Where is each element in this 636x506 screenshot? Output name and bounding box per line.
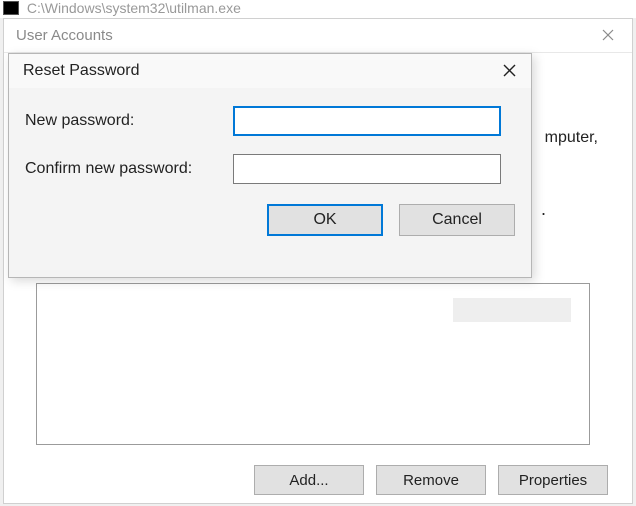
cancel-button-label: Cancel [432, 211, 482, 228]
body-text-fragment: mputer, [545, 126, 598, 150]
cmd-icon [3, 1, 19, 15]
confirm-password-label: Confirm new password: [25, 160, 233, 178]
add-button[interactable]: Add... [254, 465, 364, 495]
add-button-label: Add... [289, 472, 328, 489]
ok-button-label: OK [313, 211, 336, 228]
cancel-button[interactable]: Cancel [399, 204, 515, 236]
confirm-password-input[interactable] [233, 154, 501, 184]
listbox-selection [453, 298, 571, 322]
confirm-password-row: Confirm new password: [25, 154, 515, 184]
user-accounts-button-row: Add... Remove Properties [4, 465, 608, 495]
properties-button-label: Properties [519, 472, 587, 489]
body-text-dot: . [541, 199, 546, 220]
reset-password-body: New password: Confirm new password: OK C… [9, 88, 531, 250]
reset-password-dialog: Reset Password New password: Confirm new… [8, 53, 532, 278]
cmd-title-fragment: C:\Windows\system32\utilman.exe [0, 0, 636, 18]
remove-button[interactable]: Remove [376, 465, 486, 495]
user-accounts-titlebar: User Accounts [4, 19, 632, 53]
close-icon [602, 29, 614, 41]
new-password-row: New password: [25, 106, 515, 136]
close-icon [503, 64, 516, 77]
new-password-label: New password: [25, 112, 233, 130]
user-accounts-title: User Accounts [16, 27, 113, 44]
remove-button-label: Remove [403, 472, 459, 489]
users-listbox[interactable] [36, 283, 590, 445]
ok-button[interactable]: OK [267, 204, 383, 236]
new-password-input[interactable] [233, 106, 501, 136]
reset-password-button-row: OK Cancel [25, 204, 515, 236]
properties-button[interactable]: Properties [498, 465, 608, 495]
reset-password-titlebar: Reset Password [9, 54, 531, 88]
user-accounts-close-button[interactable] [588, 21, 628, 49]
cmd-title-text: C:\Windows\system32\utilman.exe [27, 0, 241, 16]
reset-password-close-button[interactable] [491, 57, 527, 83]
reset-password-title: Reset Password [23, 62, 140, 80]
